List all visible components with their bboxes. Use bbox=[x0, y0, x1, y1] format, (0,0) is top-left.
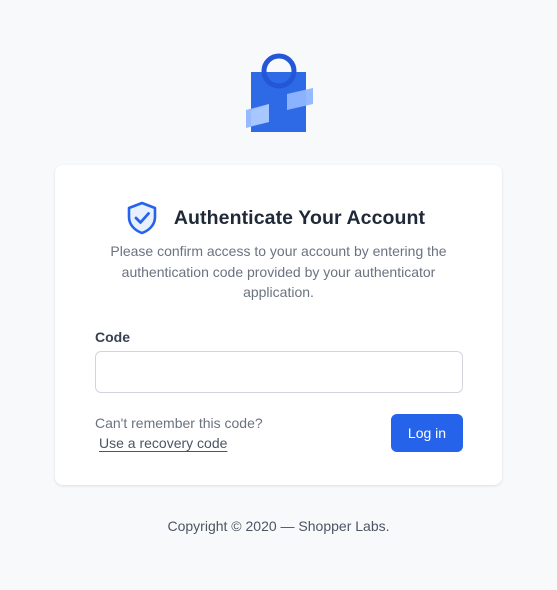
shopping-bag-logo-icon bbox=[246, 53, 313, 132]
page-title: Authenticate Your Account bbox=[173, 206, 426, 229]
code-label: Code bbox=[95, 329, 130, 345]
auth-description: Please confirm access to your account by… bbox=[110, 243, 447, 300]
shield-check-icon bbox=[127, 201, 157, 235]
remember-text: Can't remember this code? bbox=[95, 415, 263, 431]
footer-copyright: Copyright © 2020 — Shopper Labs. bbox=[167, 518, 390, 534]
login-button[interactable]: Log in bbox=[391, 414, 463, 452]
card-heading: Authenticate Your Account bbox=[55, 200, 502, 236]
code-input[interactable] bbox=[95, 351, 463, 393]
auth-card: Authenticate Your Account Please confirm… bbox=[55, 165, 502, 485]
recovery-code-link[interactable]: Use a recovery code bbox=[99, 435, 227, 451]
